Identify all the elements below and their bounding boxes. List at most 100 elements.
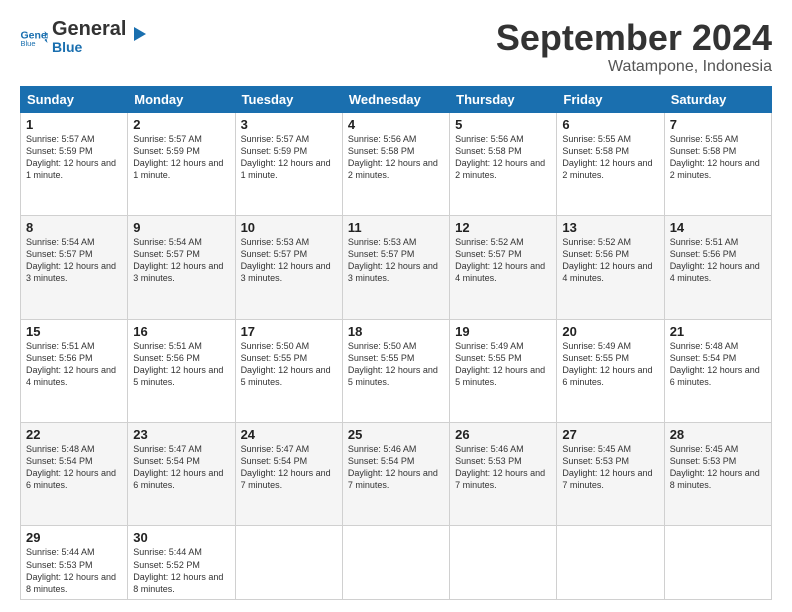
day-info: Sunrise: 5:52 AM Sunset: 5:57 PM Dayligh… [455, 236, 551, 285]
calendar-cell: 12 Sunrise: 5:52 AM Sunset: 5:57 PM Dayl… [450, 216, 557, 319]
calendar-header-row: SundayMondayTuesdayWednesdayThursdayFrid… [21, 86, 772, 112]
logo-arrow-icon [128, 23, 150, 45]
day-info: Sunrise: 5:48 AM Sunset: 5:54 PM Dayligh… [26, 443, 122, 492]
day-info: Sunrise: 5:56 AM Sunset: 5:58 PM Dayligh… [348, 133, 444, 182]
calendar-header-tuesday: Tuesday [235, 86, 342, 112]
calendar-week-1: 1 Sunrise: 5:57 AM Sunset: 5:59 PM Dayli… [21, 112, 772, 215]
calendar-week-2: 8 Sunrise: 5:54 AM Sunset: 5:57 PM Dayli… [21, 216, 772, 319]
day-number: 12 [455, 220, 551, 235]
calendar-cell: 17 Sunrise: 5:50 AM Sunset: 5:55 PM Dayl… [235, 319, 342, 422]
calendar-header-monday: Monday [128, 86, 235, 112]
calendar-week-5: 29 Sunrise: 5:44 AM Sunset: 5:53 PM Dayl… [21, 526, 772, 600]
day-info: Sunrise: 5:50 AM Sunset: 5:55 PM Dayligh… [348, 340, 444, 389]
day-info: Sunrise: 5:47 AM Sunset: 5:54 PM Dayligh… [133, 443, 229, 492]
logo: General Blue General Blue [20, 18, 150, 54]
day-info: Sunrise: 5:49 AM Sunset: 5:55 PM Dayligh… [562, 340, 658, 389]
header: General Blue General Blue September 2024… [20, 18, 772, 76]
day-number: 29 [26, 530, 122, 545]
day-info: Sunrise: 5:45 AM Sunset: 5:53 PM Dayligh… [670, 443, 766, 492]
day-number: 10 [241, 220, 337, 235]
day-number: 24 [241, 427, 337, 442]
calendar-header-wednesday: Wednesday [342, 86, 449, 112]
logo-icon: General Blue [20, 28, 48, 46]
calendar-cell: 18 Sunrise: 5:50 AM Sunset: 5:55 PM Dayl… [342, 319, 449, 422]
day-info: Sunrise: 5:54 AM Sunset: 5:57 PM Dayligh… [26, 236, 122, 285]
calendar-cell: 10 Sunrise: 5:53 AM Sunset: 5:57 PM Dayl… [235, 216, 342, 319]
calendar-cell: 19 Sunrise: 5:49 AM Sunset: 5:55 PM Dayl… [450, 319, 557, 422]
day-number: 4 [348, 117, 444, 132]
day-number: 13 [562, 220, 658, 235]
title-block: September 2024 Watampone, Indonesia [496, 18, 772, 76]
day-number: 26 [455, 427, 551, 442]
day-info: Sunrise: 5:57 AM Sunset: 5:59 PM Dayligh… [26, 133, 122, 182]
day-info: Sunrise: 5:54 AM Sunset: 5:57 PM Dayligh… [133, 236, 229, 285]
day-number: 7 [670, 117, 766, 132]
day-info: Sunrise: 5:57 AM Sunset: 5:59 PM Dayligh… [133, 133, 229, 182]
calendar-cell [664, 526, 771, 600]
calendar-cell: 23 Sunrise: 5:47 AM Sunset: 5:54 PM Dayl… [128, 422, 235, 525]
calendar-cell: 4 Sunrise: 5:56 AM Sunset: 5:58 PM Dayli… [342, 112, 449, 215]
day-number: 15 [26, 324, 122, 339]
day-info: Sunrise: 5:55 AM Sunset: 5:58 PM Dayligh… [670, 133, 766, 182]
calendar-cell [450, 526, 557, 600]
calendar-cell: 30 Sunrise: 5:44 AM Sunset: 5:52 PM Dayl… [128, 526, 235, 600]
calendar-cell: 7 Sunrise: 5:55 AM Sunset: 5:58 PM Dayli… [664, 112, 771, 215]
day-number: 18 [348, 324, 444, 339]
day-info: Sunrise: 5:55 AM Sunset: 5:58 PM Dayligh… [562, 133, 658, 182]
calendar-cell: 11 Sunrise: 5:53 AM Sunset: 5:57 PM Dayl… [342, 216, 449, 319]
calendar-cell: 1 Sunrise: 5:57 AM Sunset: 5:59 PM Dayli… [21, 112, 128, 215]
day-info: Sunrise: 5:52 AM Sunset: 5:56 PM Dayligh… [562, 236, 658, 285]
day-number: 20 [562, 324, 658, 339]
svg-text:Blue: Blue [21, 39, 36, 46]
day-info: Sunrise: 5:51 AM Sunset: 5:56 PM Dayligh… [133, 340, 229, 389]
calendar-cell: 8 Sunrise: 5:54 AM Sunset: 5:57 PM Dayli… [21, 216, 128, 319]
day-number: 9 [133, 220, 229, 235]
calendar-cell: 26 Sunrise: 5:46 AM Sunset: 5:53 PM Dayl… [450, 422, 557, 525]
calendar-week-3: 15 Sunrise: 5:51 AM Sunset: 5:56 PM Dayl… [21, 319, 772, 422]
page: General Blue General Blue September 2024… [0, 0, 792, 612]
day-info: Sunrise: 5:53 AM Sunset: 5:57 PM Dayligh… [348, 236, 444, 285]
calendar-cell: 14 Sunrise: 5:51 AM Sunset: 5:56 PM Dayl… [664, 216, 771, 319]
day-number: 25 [348, 427, 444, 442]
day-number: 8 [26, 220, 122, 235]
day-info: Sunrise: 5:46 AM Sunset: 5:53 PM Dayligh… [455, 443, 551, 492]
calendar-cell [235, 526, 342, 600]
day-info: Sunrise: 5:47 AM Sunset: 5:54 PM Dayligh… [241, 443, 337, 492]
calendar-cell: 28 Sunrise: 5:45 AM Sunset: 5:53 PM Dayl… [664, 422, 771, 525]
calendar-cell [342, 526, 449, 600]
calendar-cell: 5 Sunrise: 5:56 AM Sunset: 5:58 PM Dayli… [450, 112, 557, 215]
logo-general: General [52, 18, 126, 40]
day-number: 28 [670, 427, 766, 442]
day-info: Sunrise: 5:57 AM Sunset: 5:59 PM Dayligh… [241, 133, 337, 182]
day-info: Sunrise: 5:50 AM Sunset: 5:55 PM Dayligh… [241, 340, 337, 389]
calendar-cell: 15 Sunrise: 5:51 AM Sunset: 5:56 PM Dayl… [21, 319, 128, 422]
day-number: 6 [562, 117, 658, 132]
day-info: Sunrise: 5:56 AM Sunset: 5:58 PM Dayligh… [455, 133, 551, 182]
calendar-subtitle: Watampone, Indonesia [496, 58, 772, 76]
calendar-cell: 16 Sunrise: 5:51 AM Sunset: 5:56 PM Dayl… [128, 319, 235, 422]
day-number: 22 [26, 427, 122, 442]
calendar-cell: 2 Sunrise: 5:57 AM Sunset: 5:59 PM Dayli… [128, 112, 235, 215]
day-info: Sunrise: 5:51 AM Sunset: 5:56 PM Dayligh… [26, 340, 122, 389]
day-info: Sunrise: 5:44 AM Sunset: 5:52 PM Dayligh… [133, 546, 229, 595]
calendar-cell: 6 Sunrise: 5:55 AM Sunset: 5:58 PM Dayli… [557, 112, 664, 215]
day-number: 21 [670, 324, 766, 339]
calendar-cell: 29 Sunrise: 5:44 AM Sunset: 5:53 PM Dayl… [21, 526, 128, 600]
calendar-cell: 13 Sunrise: 5:52 AM Sunset: 5:56 PM Dayl… [557, 216, 664, 319]
calendar-cell: 27 Sunrise: 5:45 AM Sunset: 5:53 PM Dayl… [557, 422, 664, 525]
calendar-title: September 2024 [496, 18, 772, 58]
day-info: Sunrise: 5:46 AM Sunset: 5:54 PM Dayligh… [348, 443, 444, 492]
day-number: 1 [26, 117, 122, 132]
day-info: Sunrise: 5:49 AM Sunset: 5:55 PM Dayligh… [455, 340, 551, 389]
calendar-cell: 21 Sunrise: 5:48 AM Sunset: 5:54 PM Dayl… [664, 319, 771, 422]
day-number: 19 [455, 324, 551, 339]
calendar-cell: 20 Sunrise: 5:49 AM Sunset: 5:55 PM Dayl… [557, 319, 664, 422]
calendar-week-4: 22 Sunrise: 5:48 AM Sunset: 5:54 PM Dayl… [21, 422, 772, 525]
day-number: 30 [133, 530, 229, 545]
day-number: 3 [241, 117, 337, 132]
day-number: 23 [133, 427, 229, 442]
day-number: 11 [348, 220, 444, 235]
day-info: Sunrise: 5:45 AM Sunset: 5:53 PM Dayligh… [562, 443, 658, 492]
calendar-cell: 3 Sunrise: 5:57 AM Sunset: 5:59 PM Dayli… [235, 112, 342, 215]
day-number: 2 [133, 117, 229, 132]
